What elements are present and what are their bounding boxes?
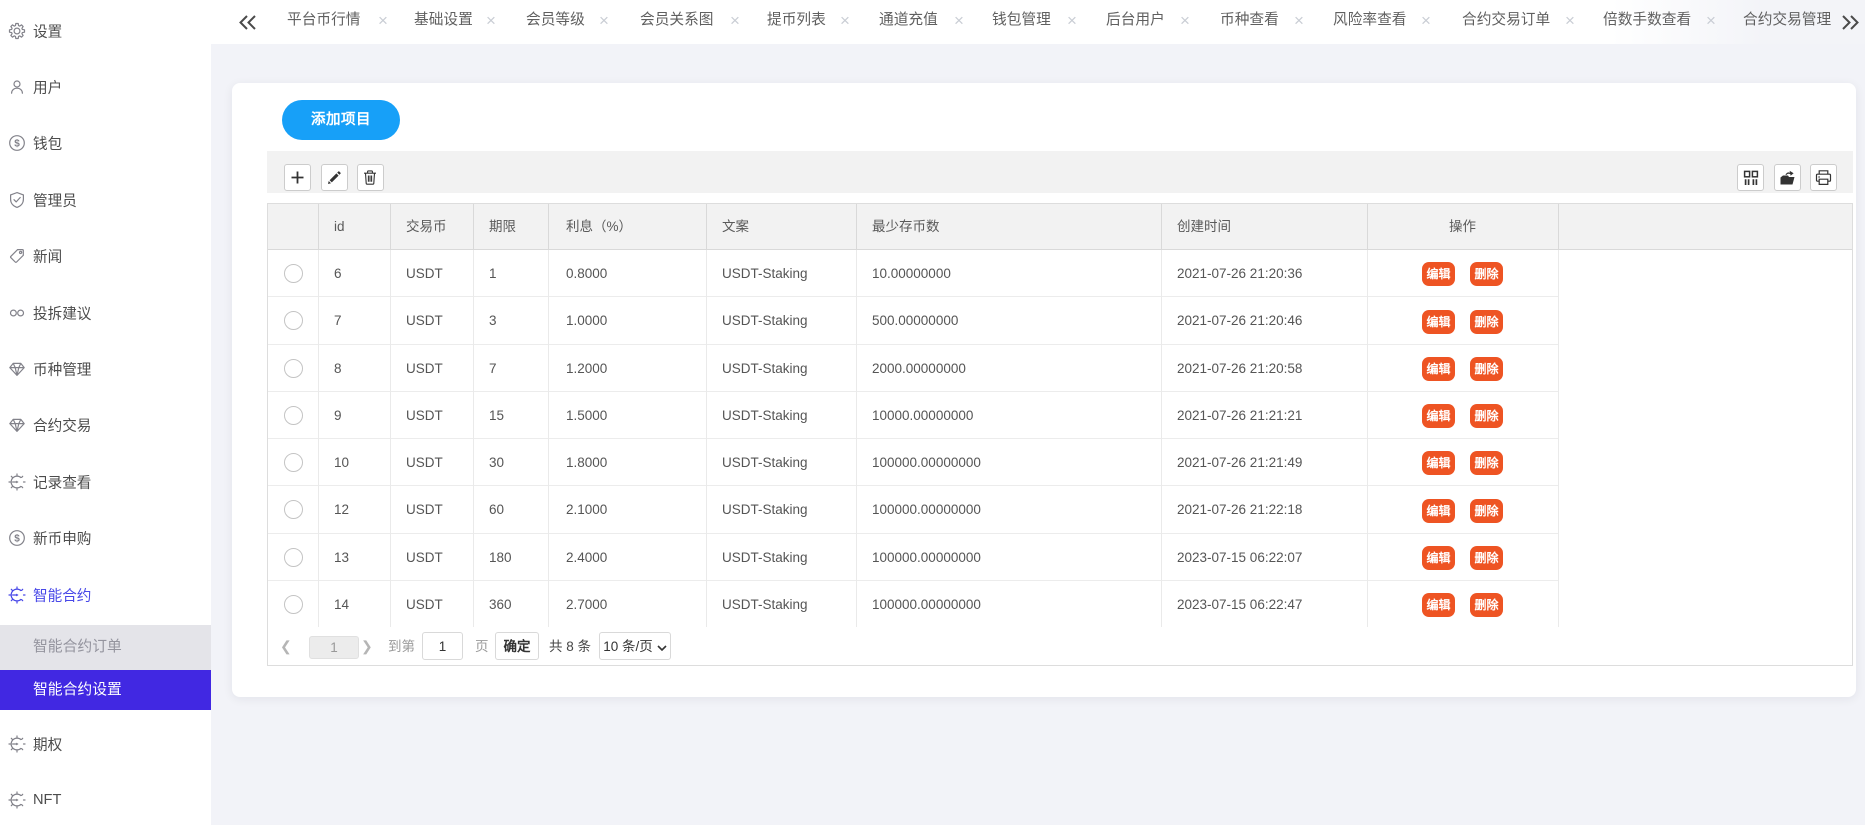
svg-text:$: $ — [14, 534, 20, 545]
svg-text:$: $ — [14, 139, 20, 150]
